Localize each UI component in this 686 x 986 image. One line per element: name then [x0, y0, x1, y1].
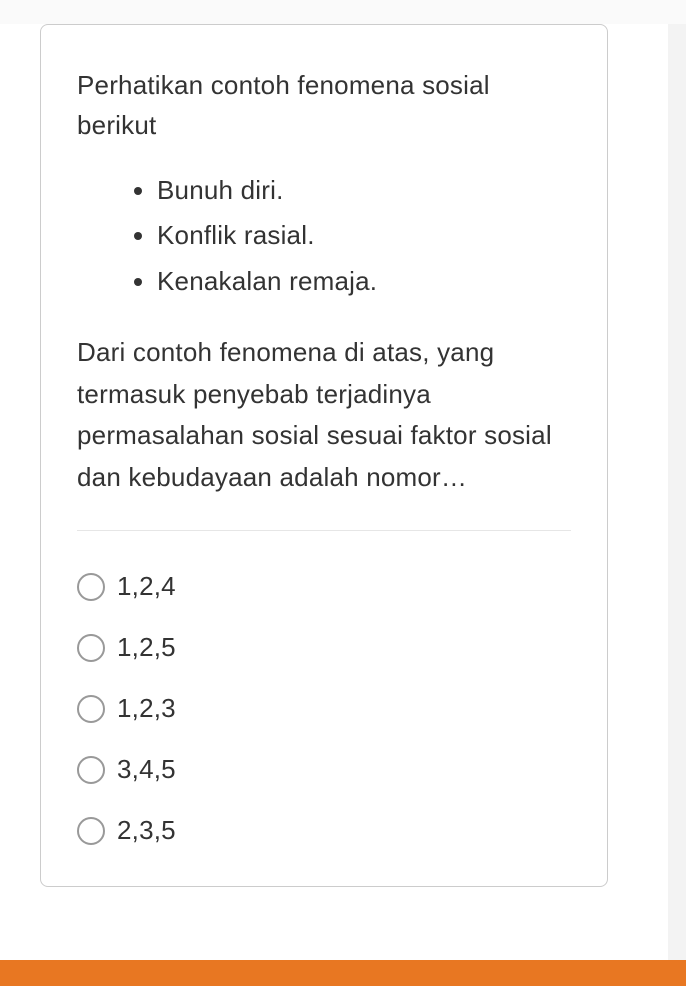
question-intro: Perhatikan contoh fenomena sosial beriku… [77, 65, 571, 146]
question-card: Perhatikan contoh fenomena sosial beriku… [40, 24, 608, 887]
radio-icon [77, 573, 105, 601]
bullet-item: Kenakalan remaja. [157, 259, 571, 305]
divider [77, 530, 571, 531]
option-1[interactable]: 1,2,4 [77, 571, 571, 602]
bullet-item: Konflik rasial. [157, 213, 571, 259]
radio-icon [77, 817, 105, 845]
option-label: 3,4,5 [117, 754, 176, 785]
option-5[interactable]: 2,3,5 [77, 815, 571, 846]
option-label: 1,2,3 [117, 693, 176, 724]
bottom-bar [0, 960, 686, 986]
page-container: Perhatikan contoh fenomena sosial beriku… [0, 24, 648, 986]
question-bullets: Bunuh diri. Konflik rasial. Kenakalan re… [77, 168, 571, 305]
options-list: 1,2,4 1,2,5 1,2,3 3,4,5 2,3,5 [77, 571, 571, 846]
radio-icon [77, 634, 105, 662]
radio-icon [77, 756, 105, 784]
option-label: 1,2,5 [117, 632, 176, 663]
option-3[interactable]: 1,2,3 [77, 693, 571, 724]
option-label: 2,3,5 [117, 815, 176, 846]
question-body: Dari contoh fenomena di atas, yang terma… [77, 332, 571, 498]
option-label: 1,2,4 [117, 571, 176, 602]
side-gutter-inner [648, 24, 668, 986]
option-2[interactable]: 1,2,5 [77, 632, 571, 663]
bullet-item: Bunuh diri. [157, 168, 571, 214]
radio-icon [77, 695, 105, 723]
option-4[interactable]: 3,4,5 [77, 754, 571, 785]
